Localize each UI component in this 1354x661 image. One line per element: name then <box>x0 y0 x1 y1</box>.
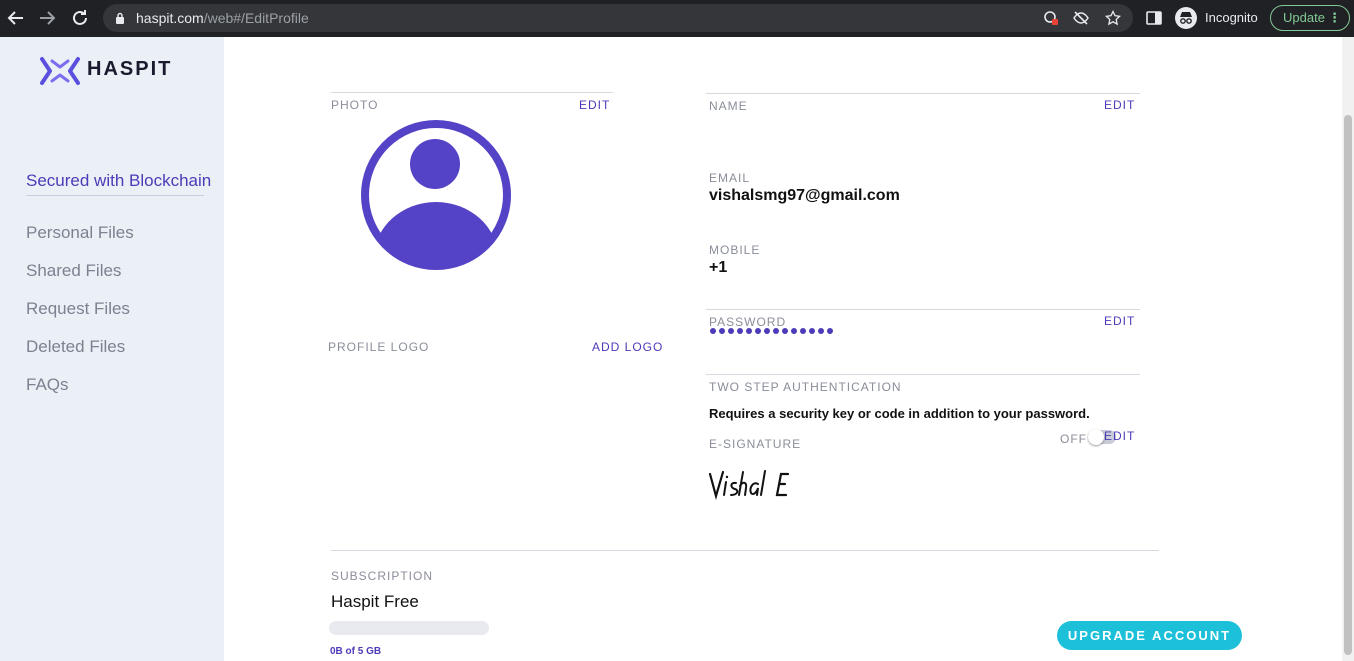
add-logo-button[interactable]: ADD LOGO <box>592 340 663 354</box>
password-dot <box>800 328 806 334</box>
photo-label: PHOTO <box>331 98 379 112</box>
photo-divider <box>331 92 613 93</box>
password-dot <box>755 328 761 334</box>
update-button[interactable]: Update ⋮ <box>1270 5 1350 31</box>
mobile-value: +1 <box>709 259 728 276</box>
sidebar-item-request-files[interactable]: Request Files <box>26 299 130 319</box>
password-divider <box>706 309 1140 310</box>
address-bar[interactable]: haspit.com/web#/EditProfile <box>103 4 1133 32</box>
sidebar-item-faqs[interactable]: FAQs <box>26 375 69 395</box>
two-step-description: Requires a security key or code in addit… <box>709 406 1090 421</box>
reload-icon[interactable] <box>68 6 92 30</box>
sidebar: HASPIT Secured with Blockchain Personal … <box>0 37 224 661</box>
upgrade-account-button[interactable]: UPGRADE ACCOUNT <box>1057 621 1242 650</box>
haspit-logo-icon[interactable] <box>40 55 80 92</box>
photo-edit-button[interactable]: EDIT <box>579 98 610 112</box>
blocked-site-icon[interactable] <box>1043 10 1059 26</box>
mobile-label: MOBILE <box>709 243 761 257</box>
incognito-label: Incognito <box>1205 10 1258 25</box>
password-dot <box>737 328 743 334</box>
password-dot <box>710 328 716 334</box>
password-dot <box>818 328 824 334</box>
logo-text: HASPIT <box>87 58 173 80</box>
two-step-label: TWO STEP AUTHENTICATION <box>709 380 902 394</box>
storage-progress-bar <box>329 621 489 635</box>
nav-divider <box>26 195 204 196</box>
url-text: haspit.com/web#/EditProfile <box>136 10 309 26</box>
two-step-divider <box>706 374 1140 375</box>
sidebar-item-shared-files[interactable]: Shared Files <box>26 261 121 281</box>
toggle-knob <box>1088 429 1104 445</box>
storage-usage-text: 0B of 5 GB <box>330 646 382 657</box>
side-panel-icon[interactable] <box>1145 9 1163 27</box>
password-dot <box>782 328 788 334</box>
plan-name: Haspit Free <box>331 592 419 611</box>
menu-dots-icon: ⋮ <box>1328 10 1341 25</box>
password-dot <box>719 328 725 334</box>
incognito-icon[interactable] <box>1175 7 1197 29</box>
password-dot <box>791 328 797 334</box>
lock-icon <box>116 12 124 24</box>
profile-logo-label: PROFILE LOGO <box>328 340 430 354</box>
password-dot <box>746 328 752 334</box>
password-mask <box>710 328 833 334</box>
browser-toolbar: haspit.com/web#/EditProfile Incognito Up… <box>0 0 1354 37</box>
name-label: NAME <box>709 99 748 113</box>
eye-slash-icon[interactable] <box>1073 10 1089 26</box>
subscription-label: SUBSCRIPTION <box>331 569 434 583</box>
forward-arrow-icon[interactable] <box>35 6 59 30</box>
esignature-edit-button[interactable]: EDIT <box>1104 429 1135 443</box>
password-label: PASSWORD <box>709 315 787 329</box>
esignature-label: E-SIGNATURE <box>709 437 802 451</box>
signature-image <box>708 466 798 505</box>
scrollbar[interactable] <box>1342 37 1354 661</box>
email-label: EMAIL <box>709 171 751 185</box>
password-dot <box>728 328 734 334</box>
scrollbar-thumb[interactable] <box>1344 115 1352 655</box>
password-dot <box>764 328 770 334</box>
name-edit-button[interactable]: EDIT <box>1104 98 1135 112</box>
password-dot <box>827 328 833 334</box>
email-value: vishalsmg97@gmail.com <box>709 187 900 204</box>
sidebar-item-personal-files[interactable]: Personal Files <box>26 223 134 243</box>
nav-secured-blockchain[interactable]: Secured with Blockchain <box>26 171 211 191</box>
name-divider <box>706 93 1140 94</box>
password-edit-button[interactable]: EDIT <box>1104 314 1135 328</box>
two-step-state-label: OFF <box>1060 432 1087 446</box>
password-dot <box>809 328 815 334</box>
password-dot <box>773 328 779 334</box>
back-arrow-icon[interactable] <box>4 6 28 30</box>
sidebar-item-deleted-files[interactable]: Deleted Files <box>26 337 125 357</box>
avatar-icon[interactable] <box>361 120 511 270</box>
subscription-divider <box>331 550 1159 551</box>
star-icon[interactable] <box>1105 10 1121 26</box>
